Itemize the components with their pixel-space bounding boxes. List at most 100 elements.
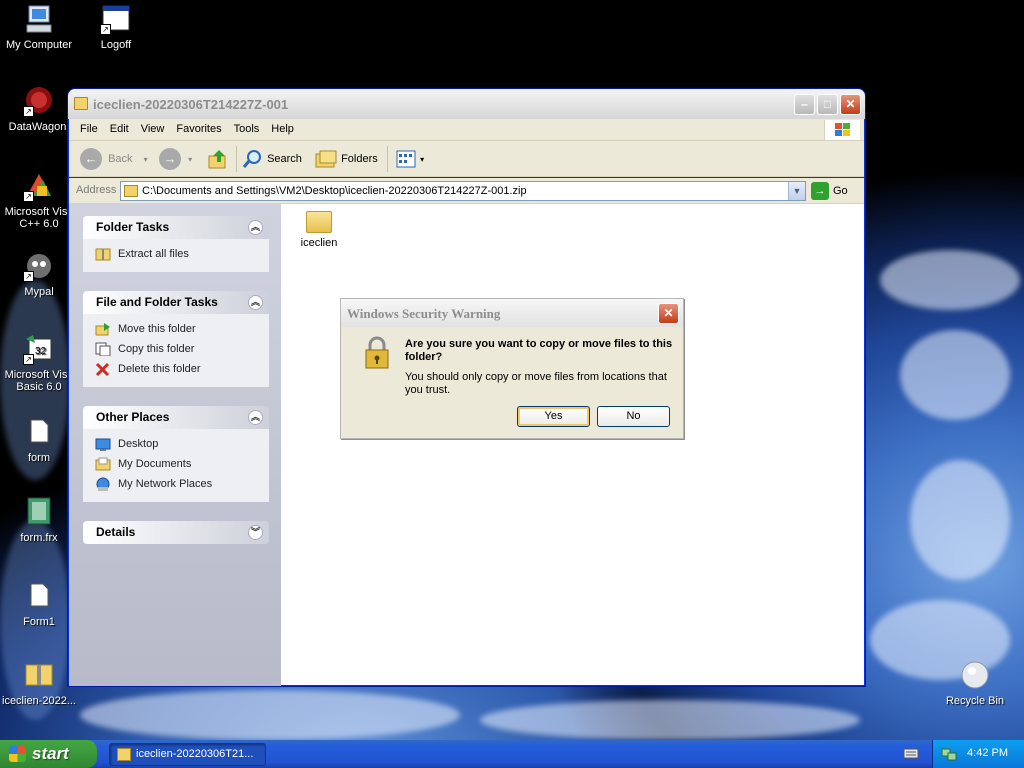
- address-dropdown-button[interactable]: ▼: [788, 182, 805, 200]
- desktop-icon-label: Logoff: [100, 39, 132, 51]
- task-label: Delete this folder: [118, 363, 201, 375]
- clock[interactable]: 4:42 PM: [967, 747, 1008, 759]
- details-header[interactable]: Details ︾: [83, 521, 269, 544]
- search-label: Search: [267, 153, 302, 165]
- windows-logo-icon: [9, 746, 26, 762]
- minimize-button[interactable]: –: [794, 94, 815, 115]
- desktop-icon-label: Recycle Bin: [945, 695, 1005, 707]
- desktop-icon: [95, 438, 111, 451]
- visual-basic-icon: 32 ↗: [23, 333, 55, 365]
- menu-tools[interactable]: Tools: [228, 119, 266, 140]
- place-label: My Network Places: [118, 478, 213, 490]
- extract-all-files-link[interactable]: Extract all files: [95, 244, 269, 264]
- window-icon: ↗: [100, 3, 132, 35]
- address-input[interactable]: C:\Documents and Settings\VM2\Desktop\ic…: [120, 181, 806, 201]
- desktop-link[interactable]: Desktop: [95, 434, 269, 454]
- go-arrow-icon: →: [811, 182, 829, 200]
- extract-icon: [95, 248, 111, 261]
- frx-file-icon: [23, 496, 55, 528]
- chevron-down-icon: ▾: [143, 155, 148, 164]
- up-folder-icon: [208, 150, 226, 169]
- collapse-chevron-icon[interactable]: ︽: [248, 410, 263, 425]
- earth-cloud: [910, 460, 1010, 580]
- desktop-icon-my-computer[interactable]: My Computer: [0, 3, 78, 51]
- panel-title: File and Folder Tasks: [96, 295, 218, 309]
- file-list-pane: iceclien: [281, 204, 864, 685]
- shortcut-arrow-icon: ↗: [23, 271, 34, 282]
- task-label: Move this folder: [118, 323, 196, 335]
- search-button[interactable]: Search: [242, 147, 302, 171]
- place-label: My Documents: [118, 458, 192, 470]
- folders-button[interactable]: Folders: [314, 147, 378, 171]
- visual-cpp-icon: ↗: [23, 170, 55, 202]
- other-places-header[interactable]: Other Places ︽: [83, 406, 269, 429]
- task-pane: Folder Tasks ︽ Extract all files File an…: [69, 204, 281, 686]
- go-button[interactable]: → Go: [811, 182, 848, 200]
- dialog-question: Are you sure you want to copy or move fi…: [405, 338, 673, 363]
- security-warning-dialog: Windows Security Warning ✕ Are you sure …: [340, 298, 684, 439]
- earth-cloud: [80, 690, 460, 740]
- folder-tasks-header[interactable]: Folder Tasks ︽: [83, 216, 269, 239]
- no-button[interactable]: No: [597, 406, 670, 427]
- delete-folder-link[interactable]: Delete this folder: [95, 359, 269, 379]
- back-button[interactable]: ← Back ▾: [80, 147, 148, 171]
- dialog-close-button[interactable]: ✕: [658, 303, 679, 324]
- folder-tasks-panel: Folder Tasks ︽ Extract all files: [83, 216, 269, 272]
- up-folder-button[interactable]: [207, 147, 229, 171]
- menu-edit[interactable]: Edit: [104, 119, 135, 140]
- copy-folder-link[interactable]: Copy this folder: [95, 339, 269, 359]
- collapse-chevron-icon[interactable]: ︽: [248, 295, 263, 310]
- move-folder-link[interactable]: Move this folder: [95, 319, 269, 339]
- toolbar-separator: [387, 146, 388, 172]
- close-button[interactable]: ✕: [840, 94, 861, 115]
- back-label: Back: [108, 153, 133, 165]
- chevron-down-icon: ▾: [188, 155, 193, 164]
- start-button[interactable]: start: [0, 740, 97, 768]
- panel-title: Other Places: [96, 410, 170, 424]
- network-icon[interactable]: [941, 746, 957, 761]
- copy-folder-icon: [95, 342, 111, 356]
- views-icon: [396, 150, 416, 168]
- desktop-icon-recycle-bin[interactable]: Recycle Bin: [936, 659, 1014, 707]
- file-folder-tasks-panel: File and Folder Tasks ︽ Move this folder…: [83, 291, 269, 387]
- collapse-chevron-icon[interactable]: ︽: [248, 220, 263, 235]
- shortcut-arrow-icon: ↗: [23, 354, 34, 365]
- maximize-button[interactable]: □: [817, 94, 838, 115]
- folder-name: iceclien: [300, 237, 338, 249]
- folder-item[interactable]: iceclien: [299, 211, 339, 249]
- dialog-subtext: You should only copy or move files from …: [405, 371, 667, 396]
- desktop-icon-label: My Computer: [5, 39, 73, 51]
- expand-chevron-icon[interactable]: ︾: [248, 525, 263, 540]
- menu-file[interactable]: File: [74, 119, 104, 140]
- details-panel: Details ︾: [83, 521, 269, 544]
- taskbar: start iceclien-20220306T21... 4:42 PM: [0, 740, 1024, 768]
- yes-button[interactable]: Yes: [517, 406, 590, 427]
- chevron-down-icon: ▾: [420, 155, 425, 164]
- dialog-titlebar[interactable]: Windows Security Warning ✕: [341, 299, 683, 327]
- toolbar: ← Back ▾ → ▾ Search Folders ▾: [69, 141, 864, 177]
- views-button[interactable]: ▾: [395, 147, 424, 171]
- shortcut-arrow-icon: ↗: [100, 24, 111, 35]
- taskbar-window-button[interactable]: iceclien-20220306T21...: [109, 743, 266, 766]
- menu-favorites[interactable]: Favorites: [170, 119, 227, 140]
- my-documents-link[interactable]: My Documents: [95, 454, 269, 474]
- my-network-places-link[interactable]: My Network Places: [95, 474, 269, 494]
- window-titlebar[interactable]: iceclien-20220306T214227Z-001 – □ ✕: [68, 89, 865, 119]
- shortcut-arrow-icon: ↗: [23, 106, 34, 117]
- desktop-icon-logoff[interactable]: ↗ Logoff: [77, 3, 155, 51]
- window-title: iceclien-20220306T214227Z-001: [93, 97, 289, 112]
- file-folder-tasks-header[interactable]: File and Folder Tasks ︽: [83, 291, 269, 314]
- panel-title: Folder Tasks: [96, 220, 170, 234]
- mypal-icon: ↗: [23, 250, 55, 282]
- task-label: Copy this folder: [118, 343, 195, 355]
- network-places-icon: [96, 477, 110, 491]
- forward-button[interactable]: → ▾: [159, 147, 192, 171]
- recycle-bin-icon: [959, 659, 991, 691]
- task-label: Extract all files: [118, 248, 189, 260]
- move-folder-icon: [95, 323, 110, 336]
- menu-help[interactable]: Help: [265, 119, 300, 140]
- panel-title: Details: [96, 525, 136, 539]
- address-bar: Address C:\Documents and Settings\VM2\De…: [69, 178, 864, 204]
- menu-view[interactable]: View: [135, 119, 171, 140]
- keyboard-icon[interactable]: [903, 746, 919, 760]
